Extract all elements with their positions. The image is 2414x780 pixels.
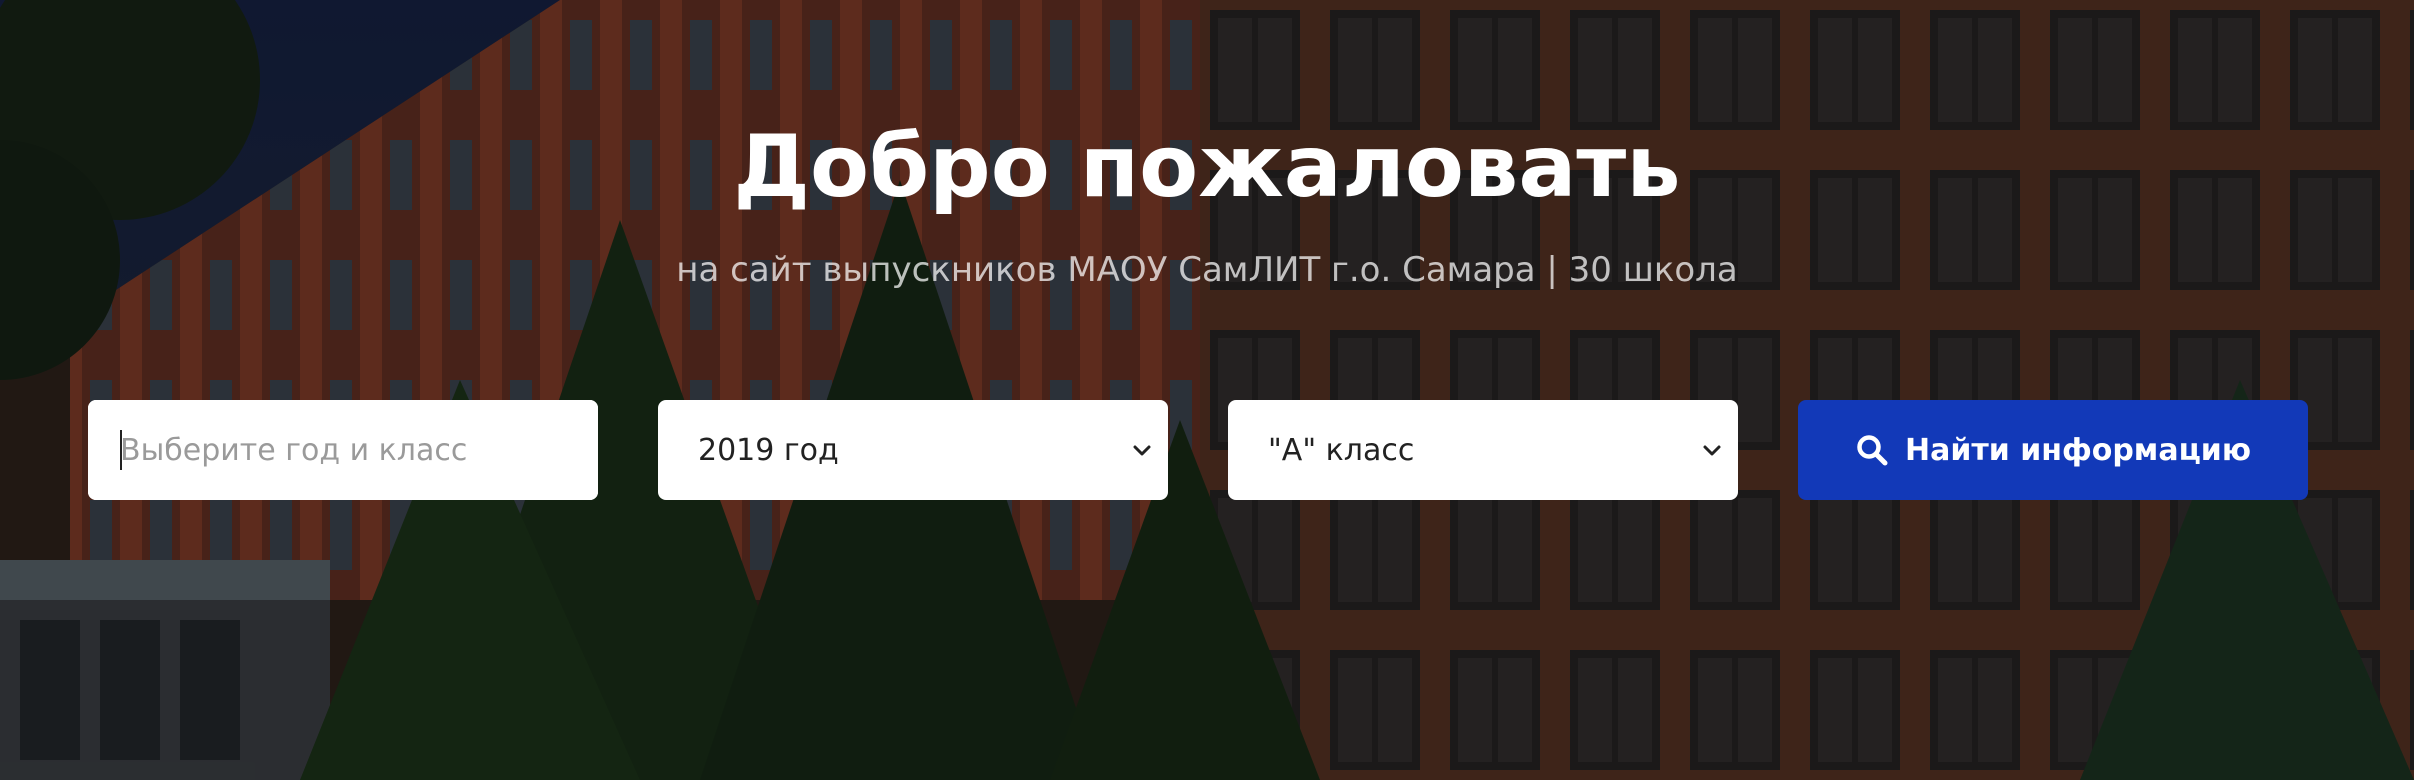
chevron-down-icon bbox=[1133, 445, 1151, 456]
page-title: Добро пожаловать bbox=[733, 117, 1681, 217]
hero-content: Добро пожаловать на сайт выпускников МАО… bbox=[0, 0, 2414, 780]
chevron-down-icon bbox=[1703, 445, 1721, 456]
text-cursor bbox=[120, 430, 122, 470]
year-select-value: 2019 год bbox=[698, 432, 839, 468]
year-select[interactable]: 2019 год bbox=[658, 400, 1168, 500]
page-subtitle: на сайт выпускников МАОУ СамЛИТ г.о. Сам… bbox=[676, 250, 1738, 290]
search-icon bbox=[1857, 435, 1888, 466]
search-button[interactable]: Найти информацию bbox=[1798, 400, 2308, 500]
hero-section: Добро пожаловать на сайт выпускников МАО… bbox=[0, 0, 2414, 780]
query-field bbox=[88, 400, 598, 500]
search-button-label: Найти информацию bbox=[1904, 432, 2251, 468]
class-select-box[interactable]: "А" класс bbox=[1228, 400, 1738, 500]
year-select-box[interactable]: 2019 год bbox=[658, 400, 1168, 500]
class-select[interactable]: "А" класс bbox=[1228, 400, 1738, 500]
search-form: 2019 год "А" класс bbox=[88, 400, 2308, 500]
class-select-value: "А" класс bbox=[1268, 432, 1415, 468]
search-input[interactable] bbox=[88, 400, 598, 500]
